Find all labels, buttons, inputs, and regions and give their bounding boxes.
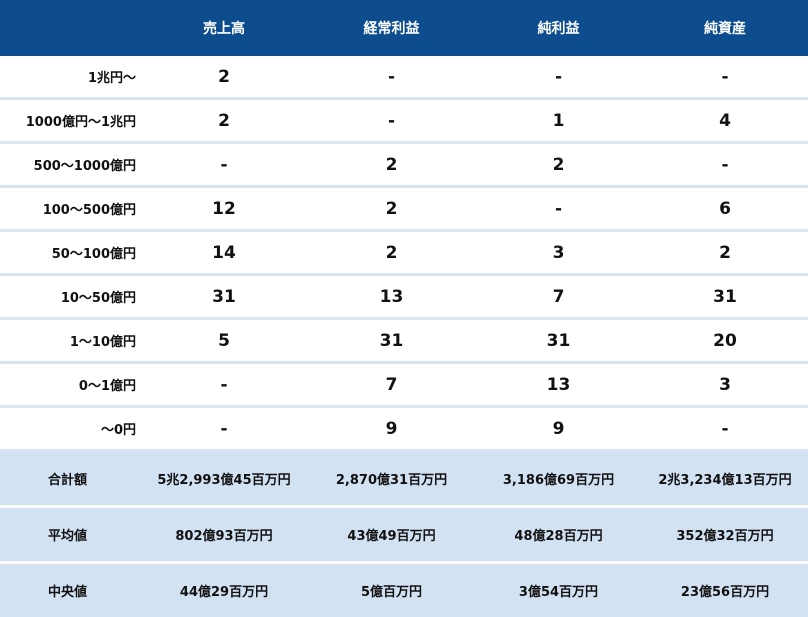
cell-net-assets: 4	[642, 98, 808, 144]
cell-ordinary-profit: 7	[308, 362, 475, 408]
cell-net-profit: 7	[475, 274, 642, 320]
cell-ordinary-profit: 31	[308, 318, 475, 364]
cell-net-assets: 20	[642, 318, 808, 364]
table-row: 1兆円～ 2 - - -	[0, 56, 808, 100]
row-label: ～0円	[0, 406, 140, 452]
table-row: 10～50億円 31 13 7 31	[0, 274, 808, 320]
summary-row-total: 合計額 5兆2,993億45百万円 2,870億31百万円 3,186億69百万…	[0, 450, 808, 508]
table-row: 500～1000億円 - 2 2 -	[0, 142, 808, 188]
summary-cell-ordinary-profit: 43億49百万円	[308, 506, 475, 564]
row-label: 1000億円～1兆円	[0, 98, 140, 144]
financial-distribution-table: 売上高 経常利益 純利益 純資産 1兆円～ 2 - - - 1000億円～1兆円…	[0, 0, 808, 617]
cell-ordinary-profit: -	[308, 98, 475, 144]
row-label: 1～10億円	[0, 318, 140, 364]
table-row: 50～100億円 14 2 3 2	[0, 230, 808, 276]
cell-ordinary-profit: 2	[308, 230, 475, 276]
cell-net-profit: 1	[475, 98, 642, 144]
summary-cell-sales: 44億29百万円	[140, 562, 308, 617]
header-corner	[0, 0, 140, 56]
cell-sales: 31	[140, 274, 308, 320]
cell-net-profit: 31	[475, 318, 642, 364]
cell-net-assets: 2	[642, 230, 808, 276]
cell-net-profit: -	[475, 186, 642, 232]
cell-net-assets: -	[642, 56, 808, 100]
summary-row-average: 平均値 802億93百万円 43億49百万円 48億28百万円 352億32百万…	[0, 506, 808, 564]
cell-sales: 2	[140, 98, 308, 144]
summary-label: 中央値	[0, 562, 140, 617]
cell-net-profit: 2	[475, 142, 642, 188]
cell-ordinary-profit: 2	[308, 186, 475, 232]
cell-ordinary-profit: 13	[308, 274, 475, 320]
row-label: 0～1億円	[0, 362, 140, 408]
summary-cell-net-assets: 23億56百万円	[642, 562, 808, 617]
summary-label: 合計額	[0, 450, 140, 508]
cell-ordinary-profit: 9	[308, 406, 475, 452]
cell-sales: 12	[140, 186, 308, 232]
header-net-profit: 純利益	[475, 0, 642, 56]
table-row: ～0円 - 9 9 -	[0, 406, 808, 452]
cell-sales: 5	[140, 318, 308, 364]
summary-cell-ordinary-profit: 5億百万円	[308, 562, 475, 617]
cell-sales: -	[140, 362, 308, 408]
summary-label: 平均値	[0, 506, 140, 564]
table-row: 1000億円～1兆円 2 - 1 4	[0, 98, 808, 144]
header-row: 売上高 経常利益 純利益 純資産	[0, 0, 808, 56]
cell-net-assets: 31	[642, 274, 808, 320]
summary-cell-sales: 802億93百万円	[140, 506, 308, 564]
summary-row-median: 中央値 44億29百万円 5億百万円 3億54百万円 23億56百万円	[0, 562, 808, 617]
cell-net-profit: -	[475, 56, 642, 100]
cell-net-assets: 6	[642, 186, 808, 232]
table-row: 0～1億円 - 7 13 3	[0, 362, 808, 408]
header-sales: 売上高	[140, 0, 308, 56]
cell-net-assets: -	[642, 142, 808, 188]
table-row: 100～500億円 12 2 - 6	[0, 186, 808, 232]
summary-cell-net-profit: 3億54百万円	[475, 562, 642, 617]
cell-net-profit: 3	[475, 230, 642, 276]
cell-sales: 14	[140, 230, 308, 276]
summary-cell-net-assets: 2兆3,234億13百万円	[642, 450, 808, 508]
row-label: 10～50億円	[0, 274, 140, 320]
cell-ordinary-profit: -	[308, 56, 475, 100]
cell-ordinary-profit: 2	[308, 142, 475, 188]
cell-net-profit: 9	[475, 406, 642, 452]
header-net-assets: 純資産	[642, 0, 808, 56]
header-ordinary-profit: 経常利益	[308, 0, 475, 56]
cell-sales: -	[140, 406, 308, 452]
row-label: 100～500億円	[0, 186, 140, 232]
summary-cell-net-assets: 352億32百万円	[642, 506, 808, 564]
row-label: 50～100億円	[0, 230, 140, 276]
cell-sales: 2	[140, 56, 308, 100]
cell-sales: -	[140, 142, 308, 188]
cell-net-profit: 13	[475, 362, 642, 408]
summary-cell-sales: 5兆2,993億45百万円	[140, 450, 308, 508]
cell-net-assets: -	[642, 406, 808, 452]
summary-cell-ordinary-profit: 2,870億31百万円	[308, 450, 475, 508]
row-label: 1兆円～	[0, 56, 140, 100]
summary-cell-net-profit: 3,186億69百万円	[475, 450, 642, 508]
summary-cell-net-profit: 48億28百万円	[475, 506, 642, 564]
table-row: 1～10億円 5 31 31 20	[0, 318, 808, 364]
row-label: 500～1000億円	[0, 142, 140, 188]
cell-net-assets: 3	[642, 362, 808, 408]
